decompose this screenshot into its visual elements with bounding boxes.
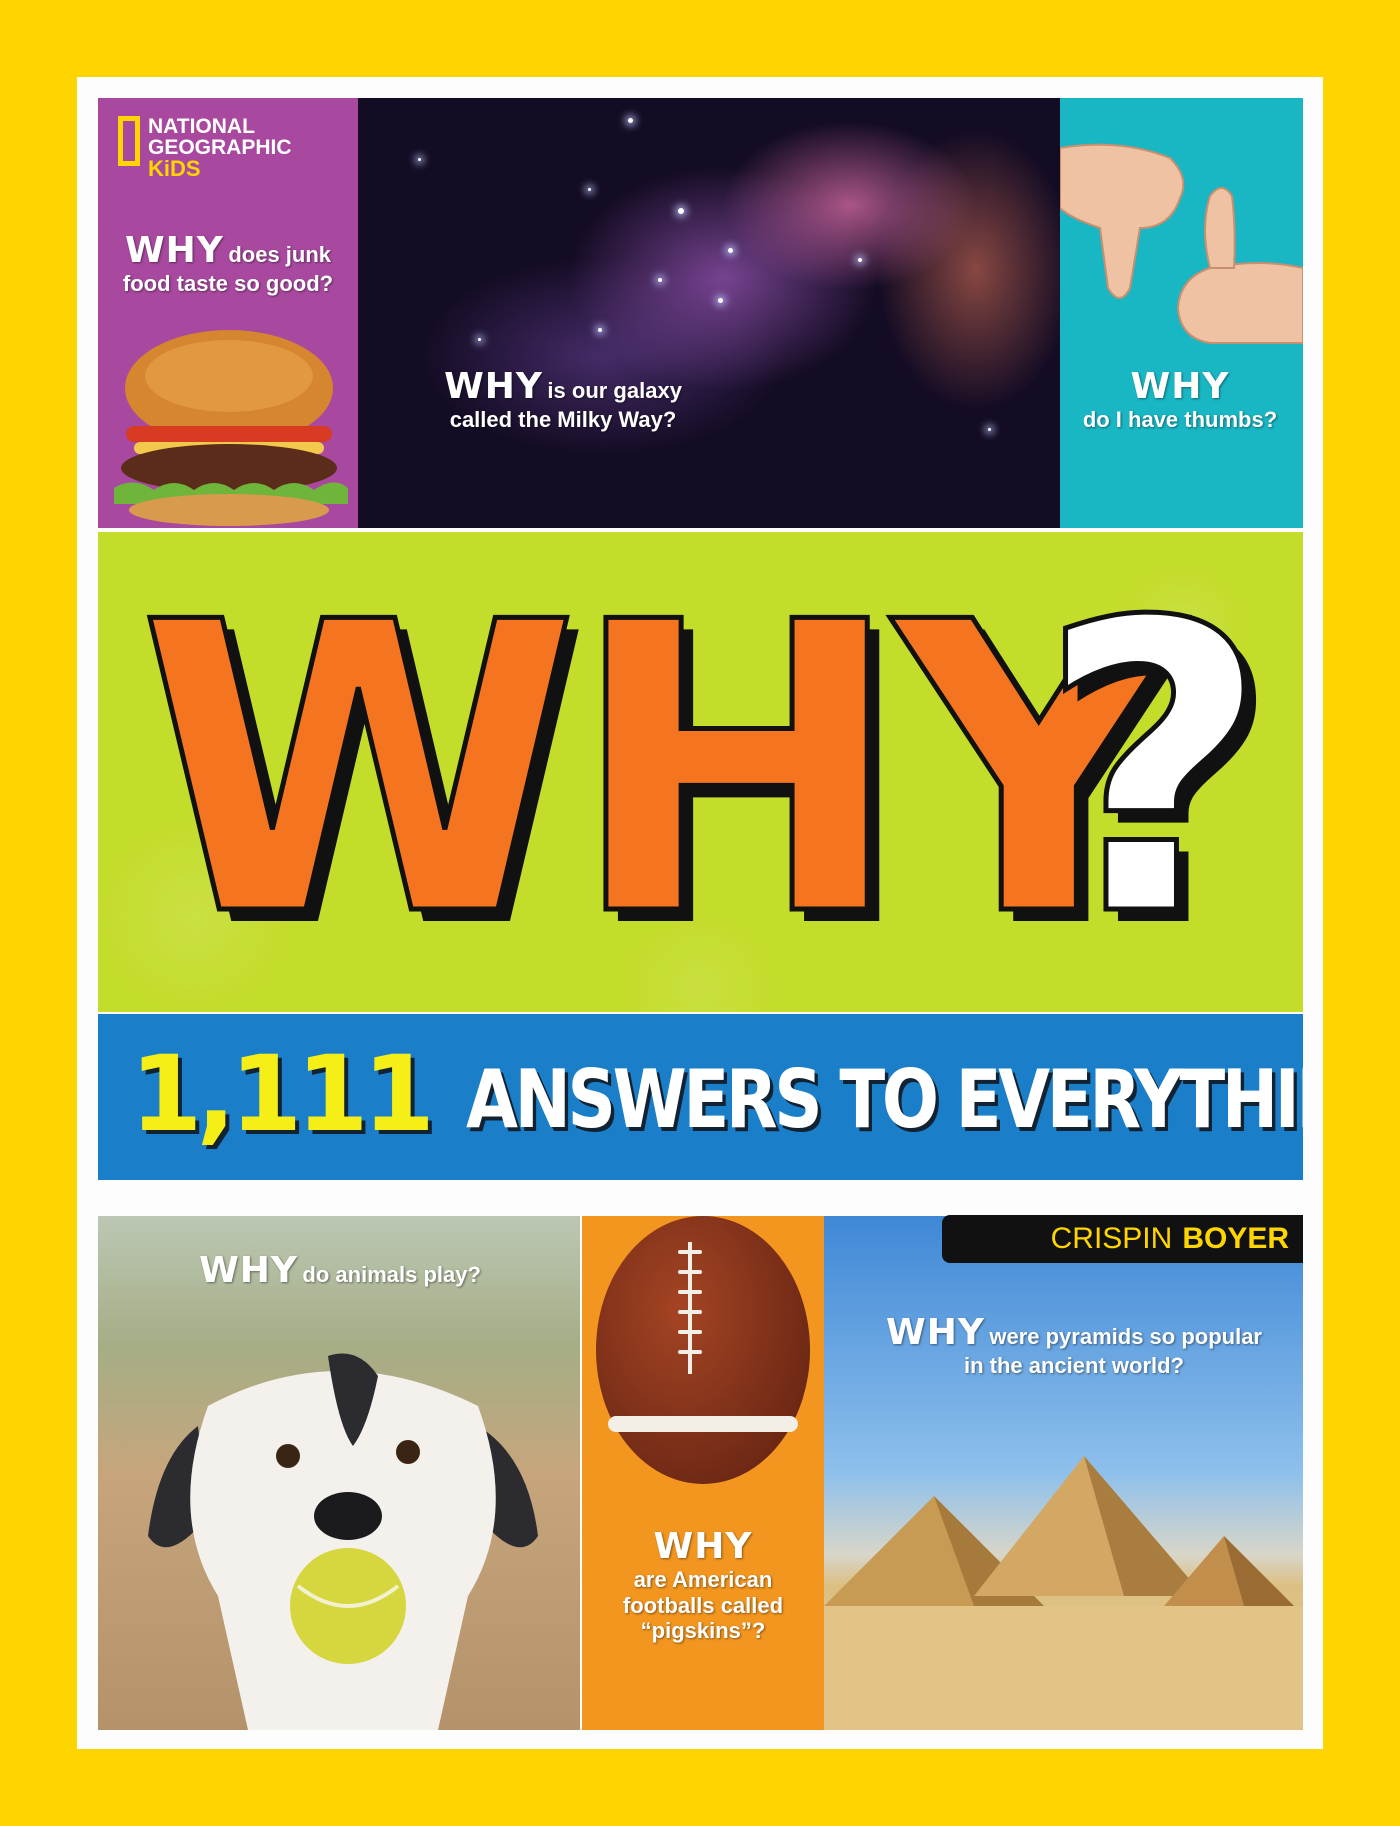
why-word: WHY xyxy=(199,1250,298,1291)
pyramids-icon xyxy=(824,1456,1303,1730)
author-last-name: BOYER xyxy=(1182,1222,1289,1255)
galaxy-caption: WHY is our galaxy called the Milky Way? xyxy=(428,366,698,433)
dog-icon xyxy=(148,1353,538,1730)
star xyxy=(588,188,591,191)
subtitle-band: 1,111 ANSWERS TO EVERYTHING xyxy=(98,1014,1303,1180)
thumbs-hands-icon xyxy=(1060,143,1303,344)
subtitle-text: ANSWERS TO EVERYTHING xyxy=(466,1053,1303,1146)
why-word: WHY xyxy=(886,1312,985,1353)
star xyxy=(478,338,481,341)
junk-food-caption: WHY does junk food taste so good? xyxy=(108,230,348,297)
football-panel: WHY are American footballs called “pigsk… xyxy=(582,1216,824,1730)
thumbs-panel: WHY do I have thumbs? xyxy=(1060,98,1303,528)
star xyxy=(858,258,862,262)
title-band: WHY ? xyxy=(98,532,1303,1012)
junk-food-panel: NATIONAL GEOGRAPHIC KiDS WHY does junk f… xyxy=(98,98,358,528)
why-word: WHY xyxy=(1130,366,1230,407)
author-first-name: CRISPIN xyxy=(1050,1222,1173,1255)
lace-seam xyxy=(688,1242,692,1374)
footballs-caption: WHY are American footballs called “pigsk… xyxy=(596,1526,810,1643)
why-word: WHY xyxy=(124,230,224,271)
why-word: WHY xyxy=(653,1526,753,1567)
star xyxy=(658,278,662,282)
football-stripe xyxy=(608,1416,798,1432)
thumbs-caption: WHY do I have thumbs? xyxy=(1080,366,1280,433)
author-badge: CRISPIN BOYER xyxy=(942,1215,1303,1263)
question-text: do animals play? xyxy=(302,1262,481,1287)
star xyxy=(678,208,684,214)
star xyxy=(718,298,723,303)
subtitle-number: 1,111 xyxy=(130,1033,435,1155)
star xyxy=(598,328,602,332)
title-question-mark: ? xyxy=(1036,539,1273,1004)
star xyxy=(728,248,733,253)
animals-caption: WHY do animals play? xyxy=(190,1250,490,1291)
brand-line-2: GEOGRAPHIC xyxy=(148,136,292,159)
football-icon xyxy=(596,1216,810,1484)
pyramids-panel: WHY were pyramids so popular in the anci… xyxy=(824,1216,1303,1730)
natgeo-kids-logo: NATIONAL GEOGRAPHIC KiDS xyxy=(118,115,292,181)
brand-line-1: NATIONAL xyxy=(148,115,255,138)
natgeo-rectangle-icon xyxy=(118,116,140,166)
question-text: are American footballs called “pigskins”… xyxy=(622,1567,784,1643)
star xyxy=(418,158,421,161)
question-text: were pyramids so popular in the ancient … xyxy=(963,1324,1262,1379)
star xyxy=(628,118,633,123)
burger-icon xyxy=(114,330,348,526)
star xyxy=(988,428,991,431)
brand-line-3: KiDS xyxy=(148,156,201,181)
question-text: do I have thumbs? xyxy=(1082,407,1278,433)
title-why: WHY xyxy=(136,539,1187,1004)
animals-panel: WHY do animals play? xyxy=(98,1216,580,1730)
galaxy-panel: WHY is our galaxy called the Milky Way? xyxy=(358,98,1060,528)
why-word: WHY xyxy=(444,366,543,407)
pyramids-caption: WHY were pyramids so popular in the anci… xyxy=(884,1312,1264,1379)
